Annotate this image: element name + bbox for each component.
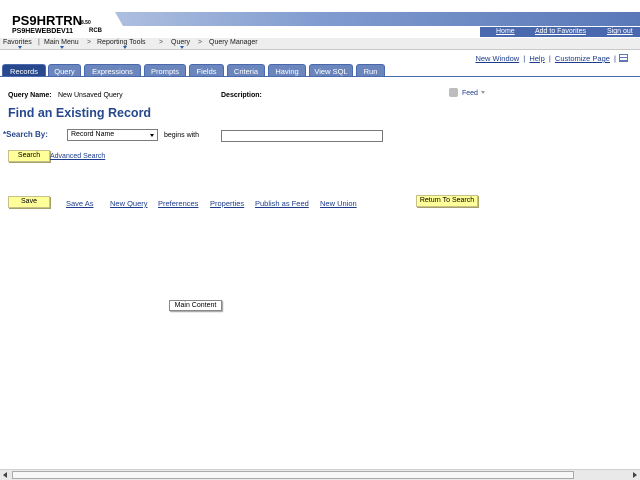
advanced-search-link[interactable]: Advanced Search [50,153,105,160]
home-link[interactable]: Home [496,28,515,35]
app-title: PS9HRTRN [12,13,83,28]
header-banner [115,12,640,26]
new-query-link[interactable]: New Query [110,199,148,208]
search-by-text: Search By: [6,130,48,139]
chevron-down-icon [480,91,485,94]
search-by-label: *Search By: [3,130,48,139]
save-as-link[interactable]: Save As [66,199,94,208]
preferences-link[interactable]: Preferences [158,199,198,208]
chevron-down-icon [60,46,64,49]
toolbar-separator: | [523,54,526,63]
chevron-down-icon [123,46,127,49]
app-version: 8.50 [81,20,91,26]
new-union-link[interactable]: New Union [320,199,357,208]
tab-underline [0,76,640,77]
nav-separator: > [159,39,164,46]
help-link[interactable]: Help [529,54,544,63]
feed-label: Feed [462,90,478,97]
nav-favorites[interactable]: Favorites [3,39,32,46]
properties-link[interactable]: Properties [210,199,244,208]
toolbar-separator: | [614,54,616,63]
rss-feed-icon [449,88,458,97]
search-operator: begins with [164,132,200,139]
save-button[interactable]: Save [8,196,50,208]
horizontal-scrollbar[interactable] [0,469,640,480]
feed-menu[interactable]: Feed [449,88,485,97]
page-title: Find an Existing Record [8,106,152,120]
search-by-select[interactable]: Record Name [67,129,158,141]
nav-reporting-tools[interactable]: Reporting Tools [97,39,146,46]
breadcrumb: Favorites | Main Menu > Reporting Tools … [0,38,640,50]
chevron-down-icon [150,134,154,137]
publish-as-feed-link[interactable]: Publish as Feed [255,199,309,208]
scroll-right-icon[interactable] [633,472,637,478]
scrollbar-thumb[interactable] [12,471,574,479]
grid-icon[interactable] [619,54,628,62]
tooltip: Main Content [169,300,222,311]
user-id: RCB [89,28,102,34]
database-name: PS9HEWEBDEV11 [12,28,74,35]
nav-main-menu[interactable]: Main Menu [44,39,79,46]
toolbar-separator: | [548,54,551,63]
return-to-search-button[interactable]: Return To Search [416,195,478,207]
query-name-label: Query Name: [8,92,52,99]
signout-link[interactable]: Sign out [607,28,633,35]
header-links: Home Add to Favorites Sign out [480,27,640,37]
search-button[interactable]: Search [8,150,50,162]
page-toolbar: New Window | Help | Customize Page | [475,54,618,63]
chevron-down-icon [18,46,22,49]
search-by-selected: Record Name [71,131,115,138]
query-name-value: New Unsaved Query [58,92,123,99]
new-window-link[interactable]: New Window [475,54,519,63]
add-to-favorites-link[interactable]: Add to Favorites [535,28,586,35]
nav-query[interactable]: Query [171,39,190,46]
search-input[interactable] [221,130,383,142]
nav-separator: > [87,39,92,46]
description-label: Description: [221,92,262,99]
nav-query-manager: Query Manager [209,39,258,46]
nav-divider: | [38,39,40,46]
scroll-left-icon[interactable] [3,472,7,478]
chevron-down-icon [180,46,184,49]
customize-page-link[interactable]: Customize Page [555,54,610,63]
nav-separator: > [198,39,203,46]
